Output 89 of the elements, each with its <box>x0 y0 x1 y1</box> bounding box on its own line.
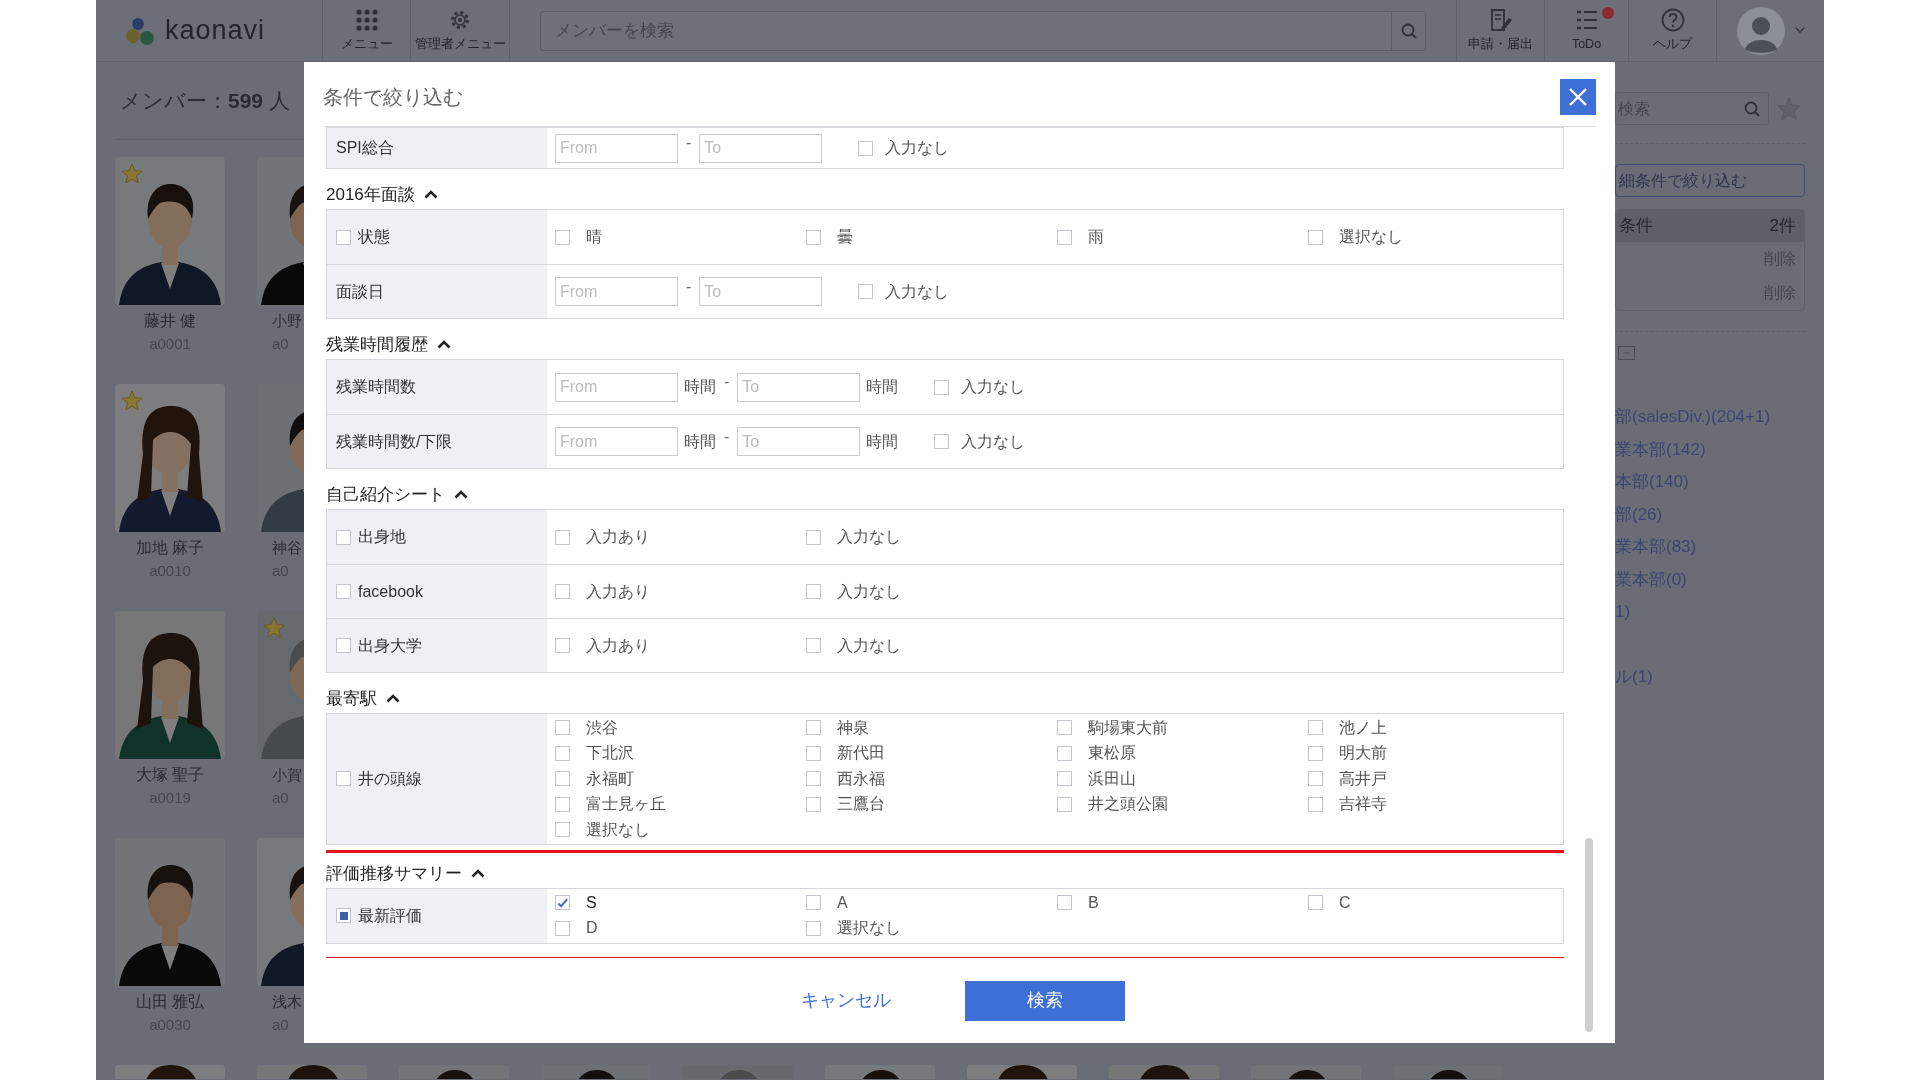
option-label: 入力なし <box>885 281 950 302</box>
member-name[interactable]: 藤井 健 <box>115 309 225 333</box>
menu-button[interactable]: 管理者メニュー <box>410 0 510 61</box>
from-field[interactable]: From <box>555 133 678 163</box>
option-label: 入力なし <box>961 377 1026 397</box>
member-name[interactable]: 小野 <box>257 309 304 333</box>
toolbar-button[interactable]: ToDo <box>1544 0 1628 61</box>
option-label: 駒場東大前 <box>1088 717 1168 738</box>
member-name[interactable]: 浅木 <box>257 990 304 1014</box>
filter-button[interactable]: 細条件で絞り込む <box>1615 164 1805 197</box>
option-label: 明大前 <box>1339 743 1387 764</box>
option-label: D <box>586 918 598 939</box>
range-separator: - <box>686 133 692 153</box>
option-label: 永福町 <box>586 768 634 789</box>
option-label: A <box>837 892 848 913</box>
option-label: 曇 <box>837 227 853 247</box>
section-title: 評価推移サマリー <box>326 862 462 885</box>
unit-label: 時間 <box>684 377 716 397</box>
range-separator: - <box>724 426 730 447</box>
toolbar-button[interactable]: ヘルプ <box>1628 0 1716 61</box>
option-label: B <box>1088 892 1099 913</box>
option-label: 浜田山 <box>1088 768 1136 789</box>
to-field[interactable]: To <box>737 372 861 402</box>
row-label: 面談日 <box>336 281 384 302</box>
row-label: facebook <box>358 581 423 602</box>
option-label: 入力なし <box>837 581 901 602</box>
option-label: 東松原 <box>1088 743 1136 764</box>
cancel-link[interactable]: キャンセル <box>801 987 891 1014</box>
option-label: S <box>586 892 597 913</box>
option-label: C <box>1339 892 1351 913</box>
option-label: 選択なし <box>1339 227 1403 247</box>
row-label: 出身地 <box>358 527 406 547</box>
search-button[interactable]: 検索 <box>965 980 1125 1021</box>
option-label: 西永福 <box>837 768 885 789</box>
option-label: 入力なし <box>837 635 901 656</box>
range-separator: - <box>686 276 692 297</box>
section-title: 残業時間履歴 <box>326 333 428 356</box>
from-field[interactable]: From <box>555 372 678 402</box>
row-label: 残業時間数/下限 <box>336 431 453 452</box>
option-label: 渋谷 <box>586 717 618 738</box>
row-label: 出身大学 <box>358 635 422 656</box>
option-label: 三鷹台 <box>837 794 885 815</box>
row-label: SPI総合 <box>336 138 394 158</box>
member-name[interactable]: 加地 麻子 <box>115 536 225 560</box>
option-label: 高井戸 <box>1339 768 1387 789</box>
logo-text: kaonavi <box>165 14 266 48</box>
member-name[interactable]: 小賀 <box>257 763 304 787</box>
option-label: 晴 <box>586 227 602 247</box>
option-label: 選択なし <box>586 819 650 840</box>
row-label: 状態 <box>358 227 390 247</box>
option-label: 富士見ヶ丘 <box>586 794 666 815</box>
option-label: 神泉 <box>837 717 869 738</box>
conditions-count: 2件 <box>1769 215 1796 238</box>
option-label: 入力なし <box>961 431 1026 452</box>
member-name[interactable]: 山田 雅弘 <box>115 990 225 1014</box>
row-label: 最新評価 <box>358 905 422 926</box>
unit-label: 時間 <box>684 431 716 452</box>
option-label: 入力あり <box>586 635 650 656</box>
to-field[interactable]: To <box>699 277 823 306</box>
toolbar-button[interactable]: 申請・届出 <box>1456 0 1544 61</box>
option-label: 池ノ上 <box>1339 717 1387 738</box>
from-field[interactable]: From <box>555 277 678 306</box>
option-label: 入力なし <box>837 527 901 547</box>
to-field[interactable]: To <box>699 133 823 163</box>
row-label: 残業時間数 <box>336 377 416 397</box>
row-label: 井の頭線 <box>358 768 422 789</box>
option-label: 雨 <box>1088 227 1104 247</box>
to-field[interactable]: To <box>737 427 861 456</box>
member-name[interactable]: 神谷 <box>257 536 304 560</box>
section-title: 最寄駅 <box>326 687 377 710</box>
option-label: 下北沢 <box>586 743 634 764</box>
conditions-title: 条件 <box>1619 215 1653 238</box>
section-title: 自己紹介シート <box>326 483 445 506</box>
section-title: 2016年面談 <box>326 183 415 206</box>
dialog-title: 条件で絞り込む <box>323 85 463 110</box>
option-label: 入力なし <box>885 138 950 158</box>
option-label: 井之頭公園 <box>1088 794 1168 815</box>
option-label: 選択なし <box>837 918 901 939</box>
member-count: メンバー：599 人 <box>120 87 290 114</box>
member-name[interactable]: 大塚 聖子 <box>115 763 225 787</box>
unit-label: 時間 <box>866 431 899 452</box>
option-label: 入力あり <box>586 527 650 547</box>
unit-label: 時間 <box>866 377 899 397</box>
range-separator: - <box>724 372 730 392</box>
option-label: 新代田 <box>837 743 885 764</box>
from-field[interactable]: From <box>555 427 678 456</box>
menu-button[interactable]: メニュー <box>322 0 410 61</box>
option-label: 吉祥寺 <box>1339 794 1387 815</box>
option-label: 入力あり <box>586 581 650 602</box>
